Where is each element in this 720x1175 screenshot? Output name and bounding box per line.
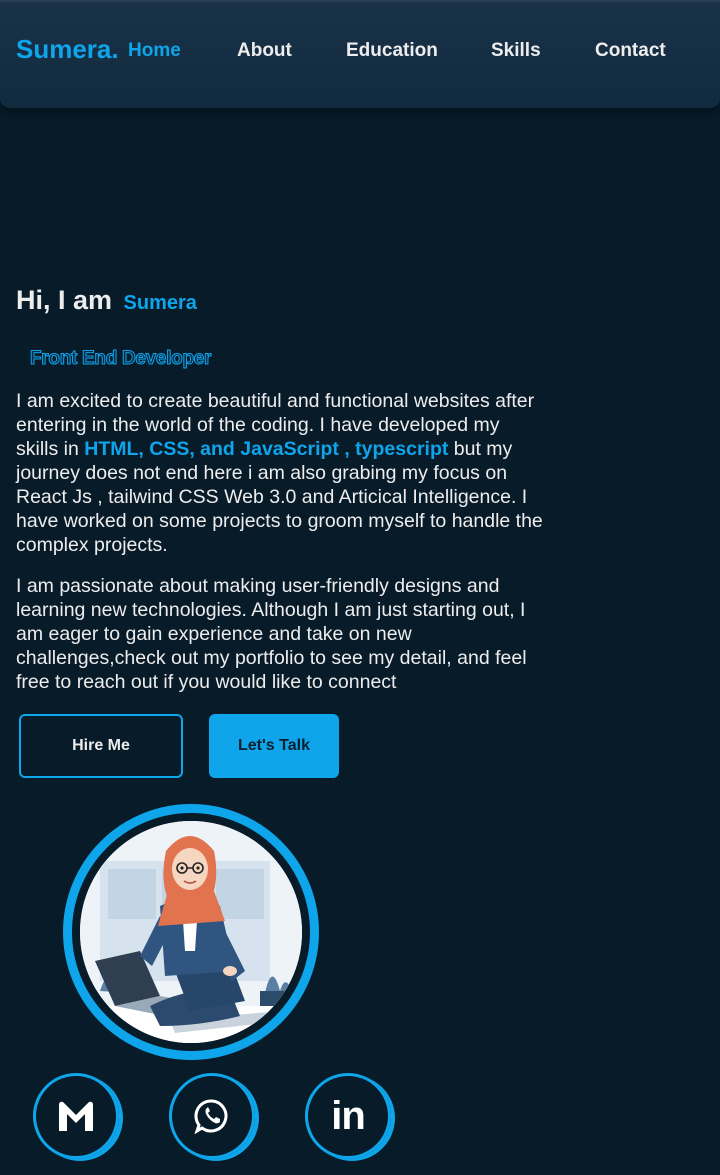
passion-paragraph: I am passionate about making user-friend… [16,575,527,693]
greeting-text: Hi, I am [16,285,113,315]
avatar-illustration [80,821,302,1043]
lets-talk-button[interactable]: Let's Talk [209,714,339,778]
site-header: Sumera. Home About Education Skills Cont… [0,0,720,108]
intro-paragraph: I am excited to create beautiful and fun… [16,389,546,557]
nav-skills[interactable]: Skills [491,40,541,62]
hero-role: Front End Developer [29,348,212,370]
hero-name: Sumera [123,292,197,314]
portfolio-page: Sumera. Home About Education Skills Cont… [0,0,720,1175]
hero-greeting: Hi, I am Sumera [16,285,197,316]
whatsapp-icon [194,1098,230,1134]
intro-skills-highlight: HTML, CSS, and JavaScript , typescript [84,438,449,460]
site-logo[interactable]: Sumera. [16,34,119,65]
nav-home[interactable]: Home [128,40,181,62]
hire-me-button[interactable]: Hire Me [19,714,183,778]
nav-about[interactable]: About [237,40,292,62]
nav-contact[interactable]: Contact [595,40,666,62]
nav-education[interactable]: Education [346,40,438,62]
linkedin-link[interactable]: in [305,1073,391,1159]
avatar [63,804,319,1060]
linkedin-icon: in [331,1093,366,1138]
gmail-link[interactable] [33,1073,119,1159]
whatsapp-link[interactable] [169,1073,255,1159]
gmail-icon [56,1099,96,1133]
developer-illustration-icon [80,821,302,1043]
